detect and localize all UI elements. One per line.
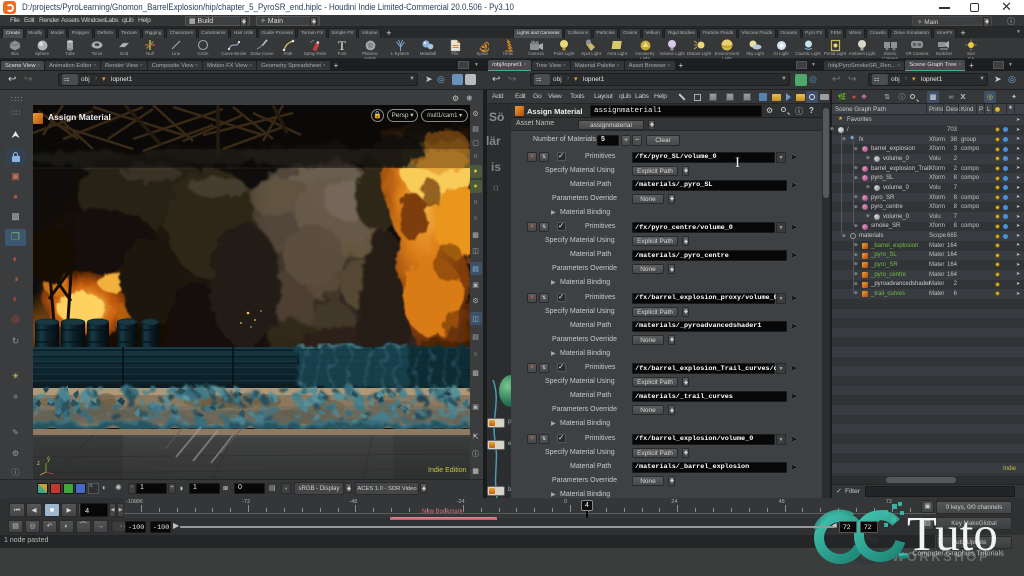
svg-text:T: T [338, 39, 346, 52]
svg-text:Computer Graphics Tutorials: Computer Graphics Tutorials [912, 549, 1004, 558]
